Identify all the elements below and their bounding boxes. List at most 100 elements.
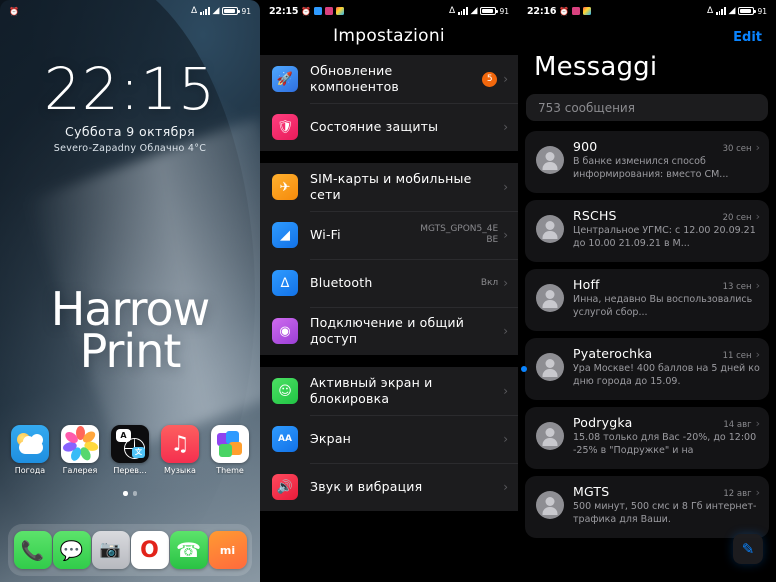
app-gallery[interactable]: Галерея — [58, 425, 102, 475]
blue-app-icon — [314, 7, 323, 15]
list-item[interactable]: Pyaterochka 11 сен › Ура Москве! 400 бал… — [521, 338, 769, 400]
message-preview: В банке изменился способ информирования:… — [573, 156, 729, 180]
settings-row-sound[interactable]: 🔊 Звук и вибрация › — [260, 463, 518, 511]
list-item[interactable]: Podrygka 14 авг › 15.08 только для Вас -… — [525, 407, 769, 469]
chevron-right-icon: › — [755, 486, 760, 499]
photos-app-icon — [336, 7, 345, 15]
statusbar-settings: 22:15 ⏰ ᐃ ◢ 91 — [260, 0, 518, 22]
pink-app-icon — [572, 7, 581, 15]
settings-row-label: Wi-Fi — [310, 227, 341, 243]
message-time: 12 авг — [723, 489, 752, 499]
chevron-right-icon: › — [503, 324, 508, 338]
wifi-icon: ◢ — [272, 222, 298, 248]
chevron-right-icon: › — [755, 279, 760, 292]
app-theme[interactable]: Theme — [208, 425, 252, 475]
list-item[interactable]: 900 30 сен › В банке изменился способ ин… — [525, 131, 769, 193]
settings-row-updates[interactable]: 🚀 Обновление компонентов 5 › — [260, 55, 518, 103]
chevron-right-icon: › — [503, 72, 508, 86]
opera-icon[interactable]: O — [130, 531, 169, 569]
app-weather[interactable]: Погода — [8, 425, 52, 475]
messages-icon[interactable]: 💬 — [52, 531, 91, 569]
page-dot-active[interactable] — [123, 491, 128, 496]
settings-group: ☺ Активный экран и блокировка › AA Экран… — [260, 367, 518, 511]
chevron-right-icon: › — [503, 228, 508, 242]
settings-row-lockscreen[interactable]: ☺ Активный экран и блокировка › — [260, 367, 518, 415]
avatar — [536, 284, 564, 312]
sim-airplane-icon: ✈ — [272, 174, 298, 200]
message-sender: Hoff — [573, 277, 600, 292]
pink-app-icon — [325, 7, 334, 15]
message-sender: Pyaterochka — [573, 346, 653, 361]
status-badge: 5 — [482, 71, 498, 87]
page-title: Messaggi — [534, 52, 658, 82]
app-translate[interactable]: A 文 Перев... — [108, 425, 152, 475]
messages-screen: 22:16 ⏰ ᐃ ◢ 91 Edit Messaggi 753 сообщен… — [518, 0, 776, 582]
page-indicator — [0, 491, 260, 496]
settings-row-sim[interactable]: ✈ SIM-карты и мобильные сети › — [260, 163, 518, 211]
bluetooth-icon: ᐃ — [706, 5, 714, 16]
signal-bars-icon — [200, 7, 210, 15]
message-preview: 500 минут, 500 смс и 8 Гб интернет-трафи… — [573, 501, 757, 525]
translate-icon: A 文 — [111, 425, 149, 463]
alarm-icon: ⏰ — [559, 6, 570, 16]
statusbar-lockscreen: ⏰ ᐃ ◢ 91 — [0, 0, 260, 22]
settings-row-label: Bluetooth — [310, 275, 373, 291]
message-time: 11 сен — [722, 351, 752, 361]
chevron-right-icon: › — [755, 210, 760, 223]
settings-row-value: MGTS_GPON5_4EBE — [420, 224, 499, 245]
settings-row-wifi[interactable]: ◢ Wi-Fi MGTS_GPON5_4EBE › — [260, 211, 518, 259]
avatar — [536, 491, 564, 519]
shield-icon: 🛡 — [272, 114, 298, 140]
settings-row-bluetooth[interactable]: ᐃ Bluetooth Вкл › — [260, 259, 518, 307]
statusbar-left: 22:16 ⏰ — [527, 6, 592, 17]
alarm-icon: ⏰ — [9, 6, 19, 16]
compose-icon[interactable]: ✎ — [733, 534, 763, 564]
mi-icon[interactable]: mi — [208, 531, 247, 569]
settings-group: 🚀 Обновление компонентов 5 › 🛡 Состояние… — [260, 55, 518, 151]
statusbar-left: ⏰ — [9, 7, 19, 16]
statusbar-right: ᐃ ◢ 91 — [706, 5, 767, 16]
chevron-right-icon: › — [503, 384, 508, 398]
wifi-icon: ◢ — [212, 5, 220, 16]
settings-row-security[interactable]: 🛡 Состояние защиты › — [260, 103, 518, 151]
settings-row-display[interactable]: AA Экран › — [260, 415, 518, 463]
list-item[interactable]: Hoff 13 сен › Инна, недавно Вы воспользо… — [525, 269, 769, 331]
lockscreen-panel: ⏰ ᐃ ◢ 91 22:15 Суббота 9 октября Severo-… — [0, 0, 260, 582]
list-item[interactable]: MGTS 12 авг › 500 минут, 500 смс и 8 Гб … — [525, 476, 769, 538]
message-preview: 15.08 только для Вас -20%, до 12:00 -25%… — [573, 432, 757, 456]
photos-app-icon — [583, 7, 592, 15]
app-music[interactable]: ♫ Музыка — [158, 425, 202, 475]
three-phone-screenshots: ⏰ ᐃ ◢ 91 22:15 Суббота 9 октября Severo-… — [0, 0, 776, 582]
page-dot[interactable] — [132, 491, 137, 496]
hotspot-icon: ◉ — [272, 318, 298, 344]
phone-icon[interactable]: 📞 — [13, 531, 52, 569]
settings-row-label: Обновление компонентов — [310, 63, 399, 94]
page-title: Impostazioni — [333, 26, 445, 46]
messages-panel: 22:16 ⏰ ᐃ ◢ 91 Edit Messaggi 753 сообщен… — [518, 0, 776, 582]
avatar — [536, 422, 564, 450]
chevron-right-icon: › — [503, 120, 508, 134]
chevron-right-icon: › — [755, 141, 760, 154]
search-input[interactable]: 753 сообщения — [526, 94, 768, 121]
lock-weather: Severo-Zapadny Облачно 4°C — [53, 143, 207, 154]
settings-row-hotspot[interactable]: ◉ Подключение и общий доступ › — [260, 307, 518, 355]
lock-date: Суббота 9 октября — [65, 124, 195, 139]
rocket-icon: 🚀 — [272, 66, 298, 92]
chevron-right-icon: › — [755, 417, 760, 430]
chevron-right-icon: › — [503, 276, 508, 290]
message-preview: Центральное УГМС: с 12.00 20.09.21 до 10… — [573, 225, 756, 249]
edit-button[interactable]: Edit — [733, 30, 762, 45]
theme-icon — [211, 425, 249, 463]
message-sender: MGTS — [573, 484, 610, 499]
settings-row-value: Вкл — [480, 277, 499, 288]
list-item[interactable]: RSCHS 20 сен › Центральное УГМС: с 12.00… — [525, 200, 769, 262]
camera-icon[interactable]: 📷 — [91, 531, 130, 569]
message-time: 14 авг — [723, 420, 752, 430]
avatar — [536, 146, 564, 174]
whatsapp-icon[interactable]: ☎ — [169, 531, 208, 569]
settings-row-label: Подключение и общий доступ — [310, 315, 465, 346]
app-label: Галерея — [62, 466, 98, 475]
wallpaper-text: Harrow Print — [0, 286, 260, 375]
message-list: 900 30 сен › В банке изменился способ ин… — [518, 131, 776, 538]
chevron-right-icon: › — [503, 432, 508, 446]
